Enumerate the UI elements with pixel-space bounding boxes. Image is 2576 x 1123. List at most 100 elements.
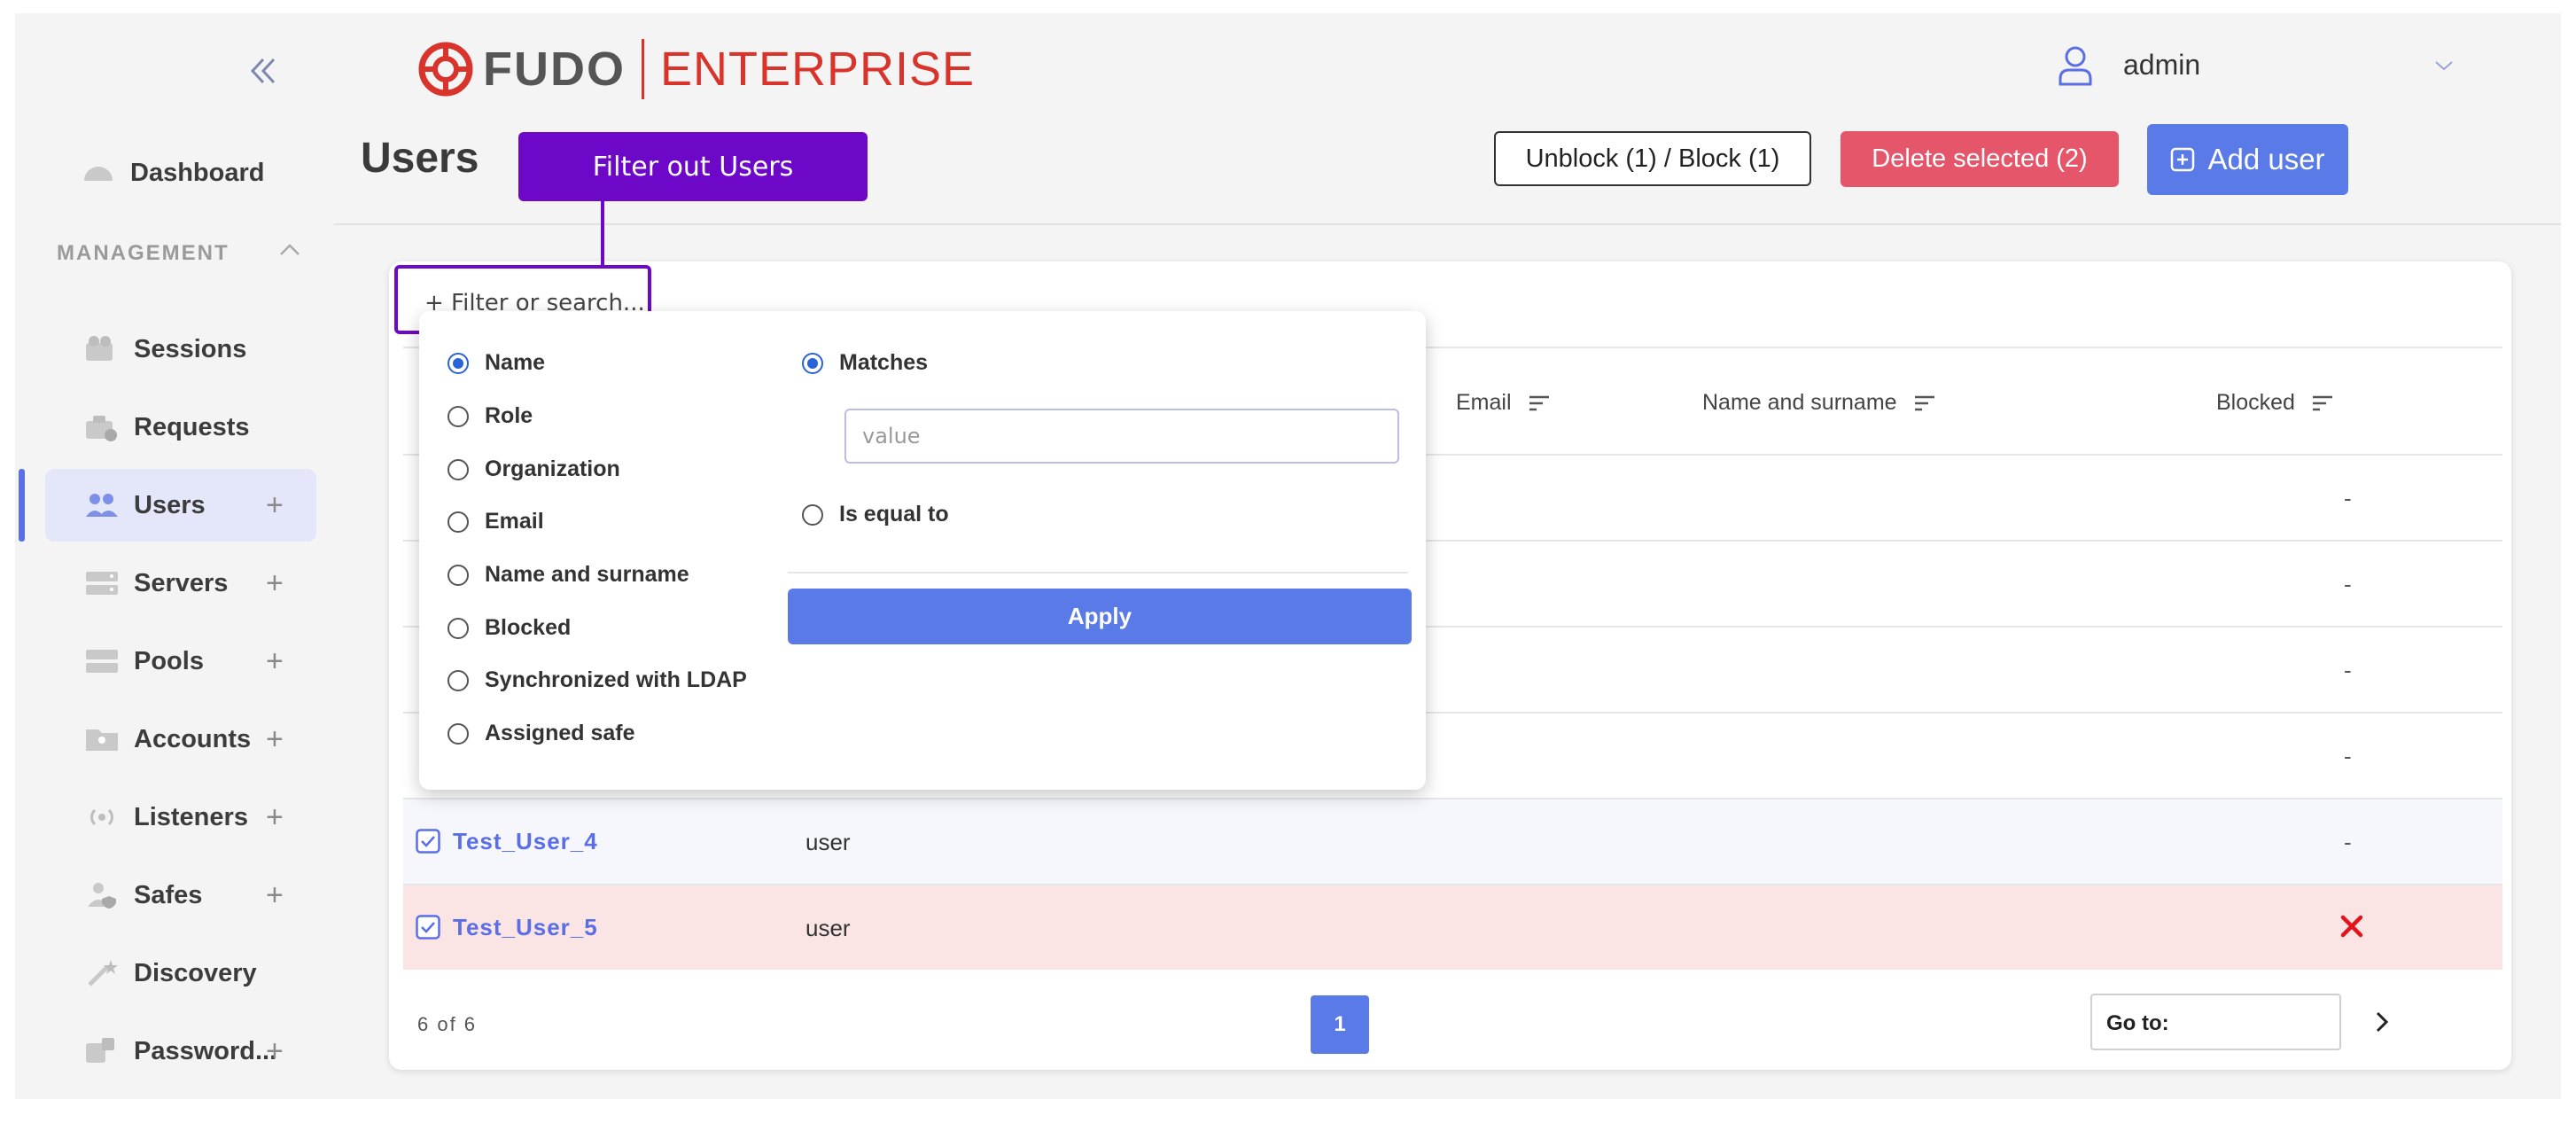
blocked-cell: - [2344,485,2352,511]
sort-icon[interactable] [1528,394,1551,412]
field-option-role[interactable]: Role [447,403,533,429]
radio-button[interactable] [802,503,823,526]
divider [788,572,1408,573]
add-account-plus-icon[interactable]: + [266,724,284,754]
sort-icon[interactable] [1913,394,1936,412]
add-pool-plus-icon[interactable]: + [266,646,284,676]
sort-icon[interactable] [2311,394,2334,412]
sidebar-item-sessions[interactable]: Sessions [45,313,316,386]
sidebar-item-pools[interactable]: Pools + [45,625,316,698]
add-listener-plus-icon[interactable]: + [266,802,284,832]
radio-button[interactable] [447,458,469,480]
sidebar-item-accounts[interactable]: Accounts + [45,703,316,776]
filter-value-input[interactable] [844,409,1399,464]
add-password-plus-icon[interactable]: + [266,1036,284,1066]
logo-secondary-text: ENTERPRISE [659,42,976,96]
row-checkbox[interactable] [416,915,440,940]
logo-primary-text: FUDO [483,42,626,96]
add-user-label: Add user [2207,143,2325,175]
radio-button[interactable] [447,352,469,374]
option-label: Synchronized with LDAP [485,667,747,692]
blocked-x-icon [2340,915,2363,938]
add-safe-plus-icon[interactable]: + [266,880,284,910]
user-icon[interactable] [2057,45,2094,86]
table-row[interactable]: Test_User_4 user - [403,798,2502,884]
sidebar-item-dashboard[interactable]: Dashboard [45,136,316,209]
callout-connector [601,201,604,265]
field-option-name-surname[interactable]: Name and surname [447,562,689,588]
option-label: Assigned safe [485,721,635,745]
radio-button[interactable] [447,511,469,533]
field-option-name[interactable]: Name [447,350,545,376]
pools-icon [86,650,118,673]
sidebar-item-label: Dashboard [130,158,265,187]
sidebar-item-servers[interactable]: Servers + [45,547,316,620]
radio-button[interactable] [447,722,469,745]
blocked-cell: - [2344,743,2352,769]
blocked-cell: - [2344,829,2352,855]
sidebar-item-requests[interactable]: Requests [45,391,316,464]
dashboard-icon [84,167,113,181]
option-label: Name and surname [485,562,689,587]
chevron-up-icon[interactable] [277,240,302,260]
filter-callout: Filter out Users [518,132,868,201]
radio-button[interactable] [802,352,823,374]
column-header-blocked[interactable]: Blocked [2216,390,2334,416]
option-label: Role [485,403,533,428]
unblock-block-button[interactable]: Unblock (1) / Block (1) [1494,131,1811,186]
column-header-email[interactable]: Email [1456,390,1551,416]
field-option-email[interactable]: Email [447,509,544,534]
sidebar-item-label: Listeners [134,802,248,831]
sidebar-item-password[interactable]: Password... + [45,1015,316,1088]
chevron-down-icon[interactable] [2432,58,2455,74]
delete-selected-button[interactable]: Delete selected (2) [1841,131,2119,187]
row-count: 6 of 6 [417,1013,478,1035]
user-name[interactable]: admin [2123,49,2200,82]
option-label: Is equal to [839,502,949,526]
radio-button[interactable] [447,669,469,691]
field-option-blocked[interactable]: Blocked [447,615,571,641]
user-name-link[interactable]: Test_User_5 [453,914,598,941]
sidebar-item-discovery[interactable]: Discovery [45,937,316,1010]
option-label: Matches [839,350,929,375]
table-row[interactable]: Test_User_5 user [403,884,2502,970]
option-label: Email [485,509,544,534]
sidebar-item-label: Servers [134,568,229,597]
operator-option-matches[interactable]: Matches [802,350,928,376]
option-label: Organization [485,456,620,481]
password-icon [86,1038,114,1063]
sessions-icon [86,336,113,361]
sidebar-item-label: Users [134,490,206,519]
sidebar-item-users[interactable]: Users + [45,469,316,542]
sidebar-item-label: Accounts [134,724,252,753]
field-option-organization[interactable]: Organization [447,456,620,482]
radio-button[interactable] [447,564,469,586]
column-header-name-surname[interactable]: Name and surname [1702,390,1936,416]
sidebar-item-label: Requests [134,412,250,441]
goto-page-input[interactable]: Go to: [2090,994,2341,1050]
main-content: FUDO ENTERPRISE admin Users Unblock (1) … [334,13,2561,1099]
apply-filter-button[interactable]: Apply [788,589,1412,644]
sidebar-item-label: Password... [134,1036,277,1065]
radio-button[interactable] [447,405,469,427]
radio-button[interactable] [447,617,469,639]
sidebar-item-safes[interactable]: Safes + [45,859,316,932]
requests-icon [86,416,117,441]
add-user-plus-icon[interactable]: + [266,490,284,520]
collapse-sidebar-icon[interactable] [244,52,281,90]
add-server-plus-icon[interactable]: + [266,568,284,598]
sidebar-item-listeners[interactable]: Listeners + [45,781,316,854]
add-user-button[interactable]: Add user [2147,124,2348,195]
accounts-icon [86,729,118,751]
field-option-assigned-safe[interactable]: Assigned safe [447,721,635,746]
user-name-link[interactable]: Test_User_4 [453,828,598,855]
operator-option-equal[interactable]: Is equal to [802,502,949,527]
listeners-icon [90,808,113,826]
page-button-1[interactable]: 1 [1311,995,1369,1054]
role-cell: user [805,829,851,855]
chevron-right-icon[interactable] [2372,1009,2392,1035]
row-checkbox[interactable] [416,829,440,854]
app-window: Dashboard MANAGEMENT Sessions Requests U… [15,13,2561,1099]
safes-icon [88,883,116,909]
field-option-ldap[interactable]: Synchronized with LDAP [447,667,747,693]
